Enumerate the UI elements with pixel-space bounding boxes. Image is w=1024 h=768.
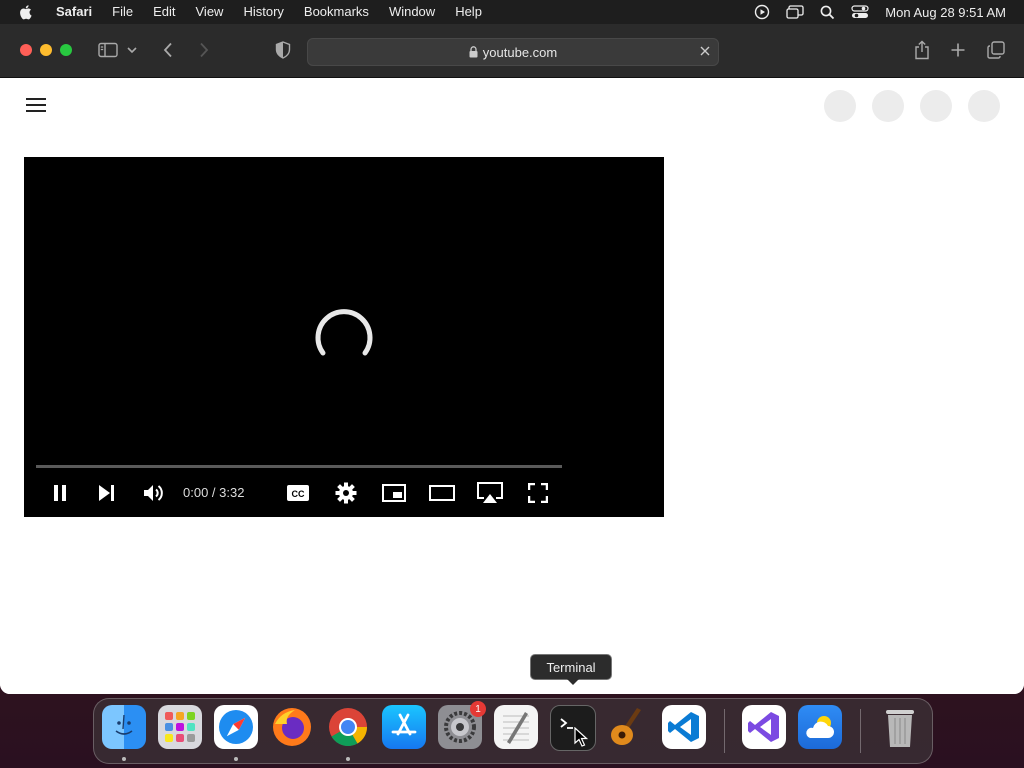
loading-spinner-icon — [315, 309, 373, 356]
header-placeholder-avatar[interactable] — [920, 90, 952, 122]
dock-visual-studio-icon[interactable] — [742, 705, 786, 749]
youtube-page: 0:00 / 3:32 CC — [0, 78, 1024, 694]
menu-bar: Safari File Edit View History Bookmarks … — [0, 0, 1024, 24]
url-text: youtube.com — [482, 44, 558, 60]
pause-icon — [54, 485, 66, 501]
new-tab-plus-icon[interactable] — [946, 38, 970, 62]
forward-chevron-icon[interactable] — [192, 38, 216, 62]
notification-badge: 1 — [470, 701, 486, 717]
lock-icon — [469, 46, 478, 58]
volume-button[interactable] — [141, 480, 167, 506]
miniplayer-button[interactable] — [382, 480, 406, 506]
spotlight-search-icon[interactable] — [820, 5, 835, 20]
airplay-button[interactable] — [476, 480, 504, 506]
running-indicator — [234, 757, 238, 761]
dock-app-store-icon[interactable] — [382, 705, 426, 749]
tab-overview-icon[interactable] — [984, 38, 1008, 62]
dock-launchpad-icon[interactable] — [158, 705, 202, 749]
dock-trash-icon[interactable] — [878, 705, 922, 749]
running-indicator — [122, 757, 126, 761]
dock-firefox-icon[interactable] — [270, 705, 314, 749]
dock-system-settings-icon[interactable]: 1 — [438, 701, 486, 749]
hamburger-menu-icon[interactable] — [26, 97, 46, 113]
miniplayer-icon — [382, 484, 406, 502]
privacy-shield-icon[interactable] — [271, 38, 295, 62]
play-status-icon[interactable] — [754, 4, 770, 20]
dock-textedit-icon[interactable] — [494, 705, 538, 749]
video-player[interactable]: 0:00 / 3:32 CC — [24, 157, 664, 517]
theater-mode-icon — [429, 485, 455, 501]
subtitles-button[interactable]: CC — [286, 480, 310, 506]
clear-url-icon[interactable] — [698, 44, 712, 58]
dock-weather-icon[interactable] — [798, 705, 842, 749]
menu-file[interactable]: File — [102, 0, 143, 24]
screen-mirroring-icon[interactable] — [786, 5, 804, 19]
menu-help[interactable]: Help — [445, 0, 492, 24]
dock-separator — [860, 709, 861, 753]
dock-safari-icon[interactable] — [214, 705, 258, 749]
gear-icon — [335, 482, 357, 504]
skip-next-icon — [99, 485, 114, 501]
menu-bookmarks[interactable]: Bookmarks — [294, 0, 379, 24]
closed-captions-icon: CC — [287, 485, 309, 501]
header-placeholder-avatar[interactable] — [824, 90, 856, 122]
share-icon[interactable] — [910, 38, 934, 62]
theater-mode-button[interactable] — [428, 480, 456, 506]
minimize-window-button[interactable] — [40, 44, 52, 56]
apple-menu-icon[interactable] — [18, 4, 34, 20]
mouse-cursor-icon — [574, 727, 588, 747]
settings-button[interactable] — [334, 480, 358, 506]
address-bar[interactable]: youtube.com — [307, 38, 719, 66]
svg-text:CC: CC — [292, 489, 305, 499]
close-window-button[interactable] — [20, 44, 32, 56]
back-chevron-icon[interactable] — [156, 38, 180, 62]
dock-separator — [724, 709, 725, 753]
header-placeholder-avatar[interactable] — [872, 90, 904, 122]
fullscreen-icon — [528, 483, 548, 503]
volume-icon — [144, 485, 163, 501]
control-center-icon[interactable] — [851, 5, 869, 19]
maximize-window-button[interactable] — [60, 44, 72, 56]
video-time: 0:00 / 3:32 — [183, 485, 245, 500]
dock-vscode-icon[interactable] — [662, 705, 706, 749]
next-button[interactable] — [94, 480, 118, 506]
progress-bar[interactable] — [36, 465, 562, 468]
menu-app-name[interactable]: Safari — [46, 0, 102, 24]
menu-edit[interactable]: Edit — [143, 0, 185, 24]
menu-history[interactable]: History — [233, 0, 293, 24]
dock: 1 — [93, 698, 933, 764]
running-indicator — [346, 757, 350, 761]
pause-button[interactable] — [48, 480, 72, 506]
tab-group-chevron-down-icon[interactable] — [124, 38, 140, 62]
safari-window: youtube.com 0:00 / 3:32 CC — [0, 24, 1024, 694]
fullscreen-button[interactable] — [526, 480, 550, 506]
airplay-icon — [477, 482, 503, 503]
browser-toolbar: youtube.com — [0, 24, 1024, 78]
menu-window[interactable]: Window — [379, 0, 445, 24]
dock-garageband-icon[interactable] — [606, 705, 650, 749]
sidebar-toggle-icon[interactable] — [96, 38, 120, 62]
menubar-clock[interactable]: Mon Aug 28 9:51 AM — [885, 5, 1006, 20]
dock-finder-icon[interactable] — [102, 705, 146, 749]
dock-tooltip: Terminal — [530, 654, 612, 685]
dock-chrome-icon[interactable] — [326, 705, 370, 749]
header-placeholder-avatar[interactable] — [968, 90, 1000, 122]
dock-terminal-icon[interactable] — [550, 705, 596, 751]
menu-view[interactable]: View — [186, 0, 234, 24]
